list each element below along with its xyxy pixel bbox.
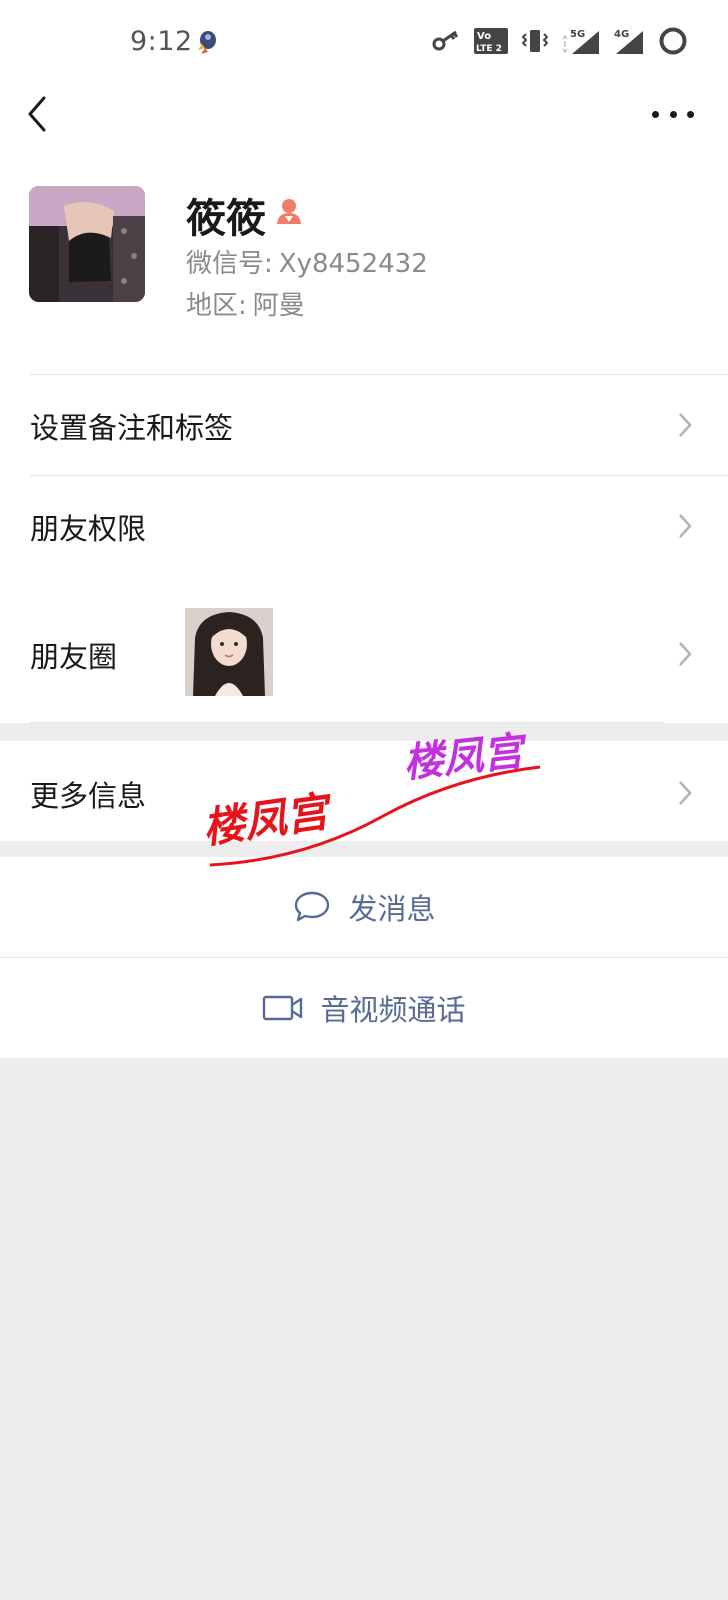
chevron-left-icon[interactable] [22,92,58,136]
chevron-right-icon [679,413,692,437]
more-info-row[interactable]: 更多信息 [0,741,728,841]
volte-bottom-text: LTE 2 [476,44,502,54]
video-call-label: 音视频通话 [320,993,466,1027]
avatar-image [29,186,145,302]
chat-bubble-icon [295,891,330,922]
vibrate-icon [522,30,548,52]
dot [687,110,694,118]
status-time: 9:12 [130,26,193,57]
chevron-right-icon [679,514,692,538]
status-icons: Vo LTE 2 5G 4G [432,24,688,58]
wechat-id-value: Xy8452432 [278,249,428,279]
section-gap [0,841,728,857]
volte-icon: Vo LTE 2 [474,28,508,54]
friend-permissions-row[interactable]: 朋友权限 [0,476,728,576]
moments-thumbnail [185,608,273,696]
avatar[interactable] [29,186,145,302]
send-message-button[interactable]: 发消息 [0,857,728,957]
profile-name: 筱筱 [186,196,266,242]
wechat-id-label: 微信号: [186,249,273,279]
friend-permissions-label: 朋友权限 [30,512,147,546]
region: 地区: 阿曼 [186,285,305,322]
signal-5g-icon: 5G [562,29,599,54]
signal-5g-label: 5G [570,29,585,40]
key-icon [432,30,459,51]
chevron-right-icon [679,781,692,805]
dot [652,110,659,118]
moments-label: 朋友圈 [30,640,118,674]
rocket-app-icon [198,31,216,54]
signal-4g-label: 4G [614,29,629,40]
set-remark-label: 设置备注和标签 [30,411,234,445]
set-remark-and-tags-row[interactable]: 设置备注和标签 [0,375,728,475]
region-value: 阿曼 [252,291,305,321]
wechat-id: 微信号: Xy8452432 [186,243,428,280]
more-info-label: 更多信息 [30,779,147,813]
status-bar: 9:12 Vo LTE 2 5G 4G [0,0,728,82]
battery-ring-icon [659,27,687,55]
dot [669,110,677,118]
volte-top-text: Vo [477,31,491,42]
moments-row[interactable]: 朋友圈 [0,582,728,722]
video-call-button[interactable]: 音视频通话 [0,958,728,1058]
section-gap [0,723,728,741]
video-camera-icon [263,995,303,1021]
send-message-label: 发消息 [348,892,436,926]
signal-4g-icon: 4G [614,29,643,54]
female-icon [277,199,301,224]
moments-thumbnail-image [185,608,273,696]
more-dots-icon[interactable] [648,96,698,132]
region-label: 地区: [186,291,247,321]
chevron-right-icon [679,642,692,666]
